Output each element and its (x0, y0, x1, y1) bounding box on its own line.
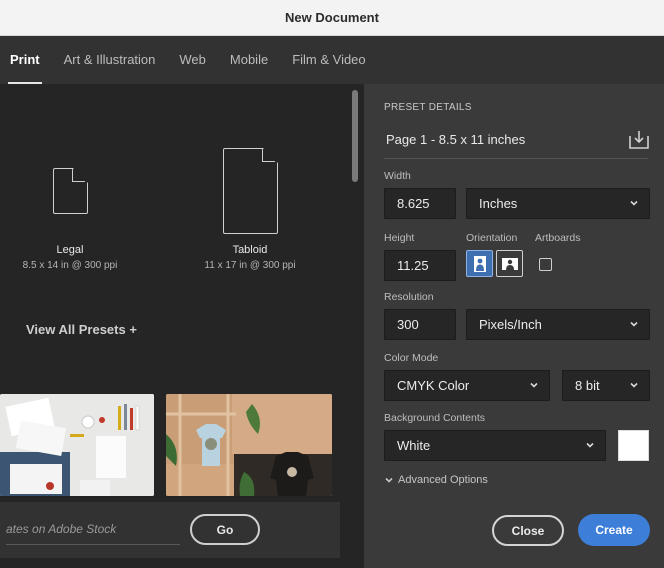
bit-depth-value: 8 bit (575, 378, 600, 393)
presets-scrollbar[interactable] (352, 90, 358, 182)
landscape-orientation-button[interactable] (496, 250, 523, 277)
save-preset-icon[interactable] (628, 130, 650, 155)
portrait-icon (473, 255, 486, 272)
preset-size: 11 x 17 in @ 300 ppi (204, 260, 296, 271)
stock-search-input[interactable]: ates on Adobe Stock (6, 522, 116, 536)
advanced-options-label: Advanced Options (398, 474, 488, 486)
window-titlebar: New Document (0, 0, 664, 36)
document-icon (222, 147, 278, 234)
create-button[interactable]: Create (578, 514, 650, 546)
preset-details-panel: PRESET DETAILS Page 1 - 8.5 x 11 inches … (364, 84, 664, 568)
chevron-down-icon (630, 382, 638, 388)
resolution-input[interactable]: 300 (384, 309, 456, 340)
tab-film-video[interactable]: Film & Video (292, 36, 365, 84)
landscape-icon (501, 257, 518, 270)
artboards-checkbox[interactable] (539, 258, 552, 271)
search-underline (6, 544, 180, 545)
background-contents-dropdown[interactable]: White (384, 430, 606, 461)
tab-print[interactable]: Print (8, 36, 42, 84)
preset-name: Tabloid (232, 244, 268, 256)
bit-depth-dropdown[interactable]: 8 bit (562, 370, 650, 401)
orientation-label: Orientation (466, 232, 518, 244)
stationery-mockup-image (0, 394, 154, 496)
resolution-units-dropdown[interactable]: Pixels/Inch (466, 309, 650, 340)
preset-name-field[interactable]: Page 1 - 8.5 x 11 inches (386, 132, 525, 147)
apparel-mockup-image (166, 394, 332, 496)
chevron-down-icon (530, 382, 538, 388)
chevron-down-icon (586, 442, 594, 448)
view-all-presets-link[interactable]: View All Presets + (26, 322, 137, 337)
portrait-orientation-button[interactable] (466, 250, 493, 277)
tab-art-illustration[interactable]: Art & Illustration (64, 36, 156, 84)
preset-legal[interactable]: Legal 8.5 x 14 in @ 300 ppi (8, 167, 132, 271)
units-dropdown[interactable]: Inches (466, 188, 650, 219)
preset-size: 8.5 x 14 in @ 300 ppi (22, 260, 118, 271)
stock-search-bar: ates on Adobe Stock Go (0, 502, 340, 558)
width-input[interactable]: 8.625 (384, 188, 456, 219)
divider (384, 158, 648, 159)
chevron-down-icon (385, 477, 393, 483)
category-tabs: Print Art & Illustration Web Mobile Film… (0, 36, 664, 84)
stock-template-thumbnail[interactable] (0, 394, 154, 496)
preset-tabloid[interactable]: Tabloid 11 x 17 in @ 300 ppi (188, 147, 312, 271)
advanced-options-toggle[interactable]: Advanced Options (384, 474, 488, 486)
color-mode-value: CMYK Color (397, 378, 470, 393)
background-contents-label: Background Contents (384, 412, 485, 424)
background-color-swatch[interactable] (618, 430, 649, 461)
resolution-units-value: Pixels/Inch (479, 317, 542, 332)
width-label: Width (384, 170, 411, 182)
chevron-down-icon (630, 200, 638, 206)
resolution-label: Resolution (384, 291, 434, 303)
tab-mobile[interactable]: Mobile (230, 36, 268, 84)
go-button[interactable]: Go (190, 514, 260, 545)
close-button[interactable]: Close (492, 515, 564, 546)
height-label: Height (384, 232, 415, 244)
preset-name: Legal (56, 244, 84, 256)
stock-template-thumbnail[interactable] (166, 394, 332, 496)
color-mode-dropdown[interactable]: CMYK Color (384, 370, 550, 401)
chevron-down-icon (630, 321, 638, 327)
height-input[interactable]: 11.25 (384, 250, 456, 281)
window-title: New Document (285, 10, 379, 25)
units-value: Inches (479, 196, 518, 211)
color-mode-label: Color Mode (384, 352, 439, 364)
section-title: PRESET DETAILS (384, 102, 472, 113)
presets-panel: Legal 8.5 x 14 in @ 300 ppi Tabloid 11 x… (0, 84, 364, 568)
document-icon (52, 167, 88, 214)
background-contents-value: White (397, 438, 431, 453)
artboards-label: Artboards (535, 232, 581, 244)
tab-web[interactable]: Web (179, 36, 206, 84)
